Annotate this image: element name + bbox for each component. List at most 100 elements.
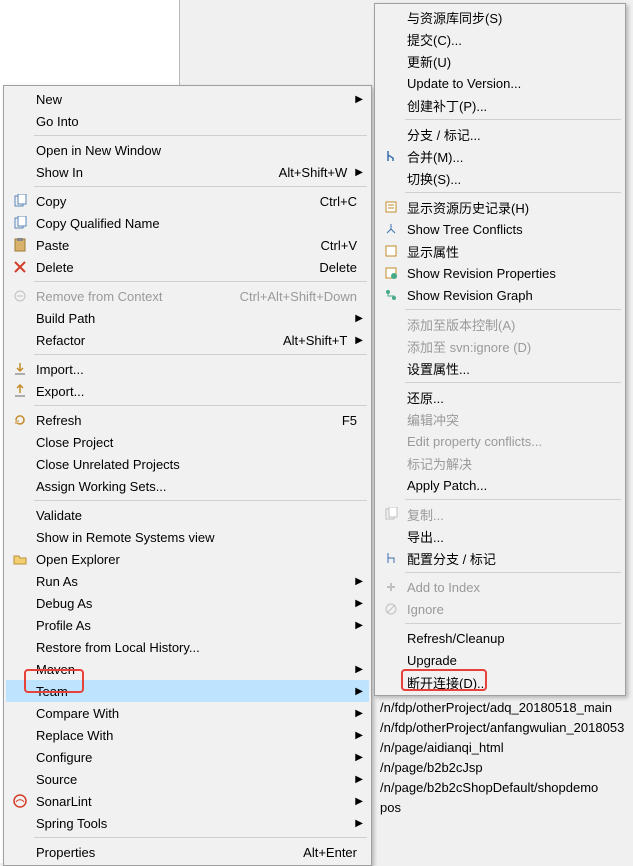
remove-context-icon: [10, 289, 30, 303]
chevron-right-icon: ▶: [355, 752, 365, 763]
menu-restore-local-history[interactable]: Restore from Local History...: [6, 636, 369, 658]
menu-close-project[interactable]: Close Project: [6, 431, 369, 453]
separator: [34, 281, 367, 282]
merge-icon: [381, 149, 401, 163]
team-copy: 复制...: [377, 503, 623, 525]
tree-conflict-icon: [381, 222, 401, 236]
menu-compare-with[interactable]: Compare With▶: [6, 702, 369, 724]
team-upgrade[interactable]: Upgrade: [377, 649, 623, 671]
menu-show-in-remote[interactable]: Show in Remote Systems view: [6, 526, 369, 548]
chevron-right-icon: ▶: [355, 313, 365, 324]
menu-refactor[interactable]: RefactorAlt+Shift+T▶: [6, 329, 369, 351]
menu-run-as[interactable]: Run As▶: [6, 570, 369, 592]
menu-import[interactable]: Import...: [6, 358, 369, 380]
chevron-right-icon: ▶: [355, 686, 365, 697]
rev-graph-icon: [381, 288, 401, 302]
separator: [34, 405, 367, 406]
plus-icon: [381, 580, 401, 594]
team-mark-resolved: 标记为解决: [377, 452, 623, 474]
tree-path: /n/page/b2b2cShopDefault/shopdemo: [380, 778, 633, 798]
menu-show-in[interactable]: Show InAlt+Shift+W▶: [6, 161, 369, 183]
team-disconnect[interactable]: 断开连接(D)...: [377, 671, 623, 693]
menu-profile-as[interactable]: Profile As▶: [6, 614, 369, 636]
team-edit-prop-conflicts: Edit property conflicts...: [377, 430, 623, 452]
menu-source[interactable]: Source▶: [6, 768, 369, 790]
menu-sonarlint[interactable]: SonarLint▶: [6, 790, 369, 812]
menu-go-into[interactable]: Go Into: [6, 110, 369, 132]
team-show-props[interactable]: 显示属性: [377, 240, 623, 262]
menu-paste[interactable]: PasteCtrl+V: [6, 234, 369, 256]
rev-properties-icon: [381, 266, 401, 280]
team-merge[interactable]: 合并(M)...: [377, 145, 623, 167]
delete-icon: [10, 260, 30, 274]
submenu-team: 与资源库同步(S) 提交(C)... 更新(U) Update to Versi…: [374, 3, 626, 696]
team-ignore: Ignore: [377, 598, 623, 620]
menu-copy[interactable]: CopyCtrl+C: [6, 190, 369, 212]
tree-path: pos: [380, 798, 633, 818]
chevron-right-icon: ▶: [355, 730, 365, 741]
export-icon: [10, 384, 30, 398]
menu-open-new-window[interactable]: Open in New Window: [6, 139, 369, 161]
team-branch-tag[interactable]: 分支 / 标记...: [377, 123, 623, 145]
menu-team[interactable]: Team▶: [6, 680, 369, 702]
separator: [34, 354, 367, 355]
menu-close-unrelated[interactable]: Close Unrelated Projects: [6, 453, 369, 475]
menu-validate[interactable]: Validate: [6, 504, 369, 526]
menu-maven[interactable]: Maven▶: [6, 658, 369, 680]
tree-path: /n/fdp/otherProject/anfangwulian_2018053: [380, 718, 633, 738]
team-apply-patch[interactable]: Apply Patch...: [377, 474, 623, 496]
chevron-right-icon: ▶: [355, 335, 365, 346]
chevron-right-icon: ▶: [355, 94, 365, 105]
separator: [34, 186, 367, 187]
menu-configure[interactable]: Configure▶: [6, 746, 369, 768]
menu-refresh[interactable]: RefreshF5: [6, 409, 369, 431]
team-update[interactable]: 更新(U): [377, 50, 623, 72]
menu-build-path[interactable]: Build Path▶: [6, 307, 369, 329]
separator: [34, 500, 367, 501]
team-show-revprops[interactable]: Show Revision Properties: [377, 262, 623, 284]
import-icon: [10, 362, 30, 376]
chevron-right-icon: ▶: [355, 620, 365, 631]
team-edit-conflict: 编辑冲突: [377, 408, 623, 430]
team-set-props[interactable]: 设置属性...: [377, 357, 623, 379]
paste-icon: [10, 238, 30, 252]
team-tree-conflicts[interactable]: Show Tree Conflicts: [377, 218, 623, 240]
team-add-to-index: Add to Index: [377, 576, 623, 598]
chevron-right-icon: ▶: [355, 576, 365, 587]
chevron-right-icon: ▶: [355, 818, 365, 829]
menu-debug-as[interactable]: Debug As▶: [6, 592, 369, 614]
team-export[interactable]: 导出...: [377, 525, 623, 547]
chevron-right-icon: ▶: [355, 167, 365, 178]
team-update-to-version[interactable]: Update to Version...: [377, 72, 623, 94]
separator: [34, 837, 367, 838]
team-show-revgraph[interactable]: Show Revision Graph: [377, 284, 623, 306]
chevron-right-icon: ▶: [355, 598, 365, 609]
separator: [405, 309, 621, 310]
team-show-history[interactable]: 显示资源历史记录(H): [377, 196, 623, 218]
menu-properties[interactable]: PropertiesAlt+Enter: [6, 841, 369, 863]
menu-assign-working-sets[interactable]: Assign Working Sets...: [6, 475, 369, 497]
team-switch[interactable]: 切换(S)...: [377, 167, 623, 189]
separator: [405, 499, 621, 500]
team-sync[interactable]: 与资源库同步(S): [377, 6, 623, 28]
team-commit[interactable]: 提交(C)...: [377, 28, 623, 50]
chevron-right-icon: ▶: [355, 664, 365, 675]
menu-copy-qualified[interactable]: Copy Qualified Name: [6, 212, 369, 234]
separator: [34, 135, 367, 136]
ignore-icon: [381, 602, 401, 616]
tree-path: /n/page/aidianqi_html: [380, 738, 633, 758]
refresh-icon: [10, 413, 30, 427]
team-config-branch[interactable]: 配置分支 / 标记: [377, 547, 623, 569]
menu-open-explorer[interactable]: Open Explorer: [6, 548, 369, 570]
team-revert[interactable]: 还原...: [377, 386, 623, 408]
menu-spring-tools[interactable]: Spring Tools▶: [6, 812, 369, 834]
team-create-patch[interactable]: 创建补丁(P)...: [377, 94, 623, 116]
menu-new[interactable]: New▶: [6, 88, 369, 110]
team-refresh-cleanup[interactable]: Refresh/Cleanup: [377, 627, 623, 649]
separator: [405, 572, 621, 573]
menu-replace-with[interactable]: Replace With▶: [6, 724, 369, 746]
menu-delete[interactable]: DeleteDelete: [6, 256, 369, 278]
menu-export[interactable]: Export...: [6, 380, 369, 402]
team-add-to-vc: 添加至版本控制(A): [377, 313, 623, 335]
properties-icon: [381, 244, 401, 258]
